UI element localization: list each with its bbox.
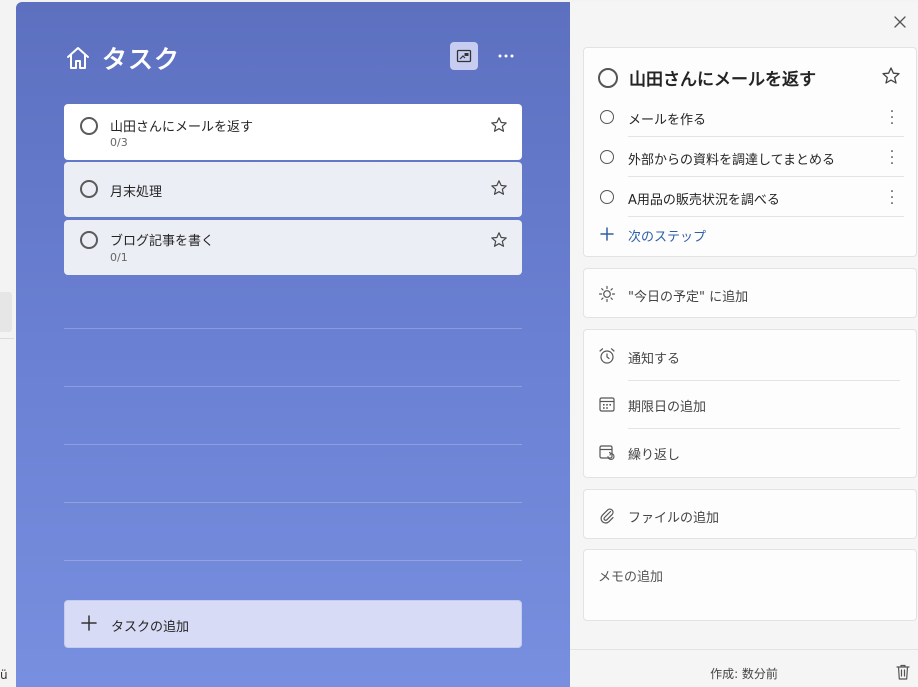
remind-me-label: 通知する <box>628 352 681 367</box>
add-step-label: 次のステップ <box>628 230 707 245</box>
star-icon[interactable] <box>490 116 508 134</box>
empty-row-divider <box>64 560 522 561</box>
note-placeholder: メモの追加 <box>598 570 664 585</box>
picture-view-icon <box>456 49 472 63</box>
repeat-label: 繰り返し <box>628 448 681 463</box>
star-icon[interactable] <box>490 231 508 249</box>
sun-icon <box>598 285 616 303</box>
remind-me-button[interactable]: 通知する <box>584 332 918 379</box>
step-item[interactable]: A用品の販売状況を調べる · · · <box>584 177 918 217</box>
plus-icon <box>600 227 614 241</box>
empty-row-divider <box>64 386 522 387</box>
add-file-label: ファイルの追加 <box>628 511 720 526</box>
complete-step-toggle[interactable] <box>600 190 614 204</box>
background-sidebar-strip <box>0 0 16 687</box>
complete-task-toggle[interactable] <box>80 231 98 249</box>
list-title: タスク <box>102 45 181 74</box>
complete-task-toggle[interactable] <box>80 117 98 135</box>
add-to-my-day-button[interactable]: "今日の予定" に追加 <box>584 270 918 317</box>
paperclip-icon <box>600 508 614 524</box>
trash-icon[interactable] <box>895 663 911 681</box>
add-to-my-day-label: "今日の予定" に追加 <box>628 290 749 305</box>
calendar-icon <box>599 397 615 412</box>
step-more-icon[interactable]: · · · <box>884 185 900 211</box>
complete-step-toggle[interactable] <box>600 110 614 124</box>
add-due-date-button[interactable]: 期限日の追加 <box>584 380 918 427</box>
task-detail-pane: 山田さんにメールを返す メールを作る · · · 外部からの資料を調達してまとめる … <box>570 2 918 687</box>
task-progress: 0/1 <box>110 251 128 264</box>
dates-card: 通知する 期限日の追加 繰り返し <box>583 329 917 478</box>
star-icon[interactable] <box>881 66 901 86</box>
note-field[interactable]: メモの追加 <box>583 549 917 621</box>
add-file-button[interactable]: ファイルの追加 <box>584 491 918 538</box>
step-item[interactable]: メールを作る · · · <box>584 97 918 137</box>
more-icon <box>498 54 514 58</box>
step-more-icon[interactable]: · · · <box>884 105 900 131</box>
task-name: ブログ記事を書く <box>110 234 215 249</box>
view-options-button[interactable] <box>450 42 478 70</box>
task-item[interactable]: ブログ記事を書く 0/1 <box>64 220 522 275</box>
step-label[interactable]: A用品の販売状況を調べる <box>628 189 780 208</box>
step-label[interactable]: 外部からの資料を調達してまとめる <box>628 149 835 168</box>
repeat-button[interactable]: 繰り返し <box>584 428 918 475</box>
star-icon[interactable] <box>490 179 508 197</box>
background-sidebar-divider <box>0 338 14 339</box>
complete-task-toggle[interactable] <box>80 180 98 198</box>
repeat-calendar-icon <box>599 445 615 461</box>
complete-task-toggle[interactable] <box>598 68 618 88</box>
plus-icon <box>81 615 97 631</box>
step-label[interactable]: メールを作る <box>628 109 706 128</box>
task-list-pane: タスク 山田さんにメールを返す 0/3 月末処理 ブログ記事を書く 0/1 タス… <box>16 2 570 687</box>
empty-row-divider <box>64 444 522 445</box>
complete-step-toggle[interactable] <box>600 150 614 164</box>
list-header: タスク <box>64 38 180 78</box>
step-divider <box>628 216 904 217</box>
task-name: 月末処理 <box>110 185 163 200</box>
step-more-icon[interactable]: · · · <box>884 145 900 171</box>
my-day-card: "今日の予定" に追加 <box>583 268 917 318</box>
empty-row-divider <box>64 328 522 329</box>
detail-footer: 作成: 数分前 <box>570 649 918 687</box>
add-task-button[interactable]: タスクの追加 <box>64 600 522 648</box>
empty-row-divider <box>64 502 522 503</box>
add-step-button[interactable]: 次のステップ <box>584 220 918 250</box>
task-progress: 0/3 <box>110 136 128 149</box>
home-icon <box>67 47 89 69</box>
detail-task-title[interactable]: 山田さんにメールを返す <box>629 65 816 90</box>
task-item[interactable]: 月末処理 <box>64 162 522 217</box>
add-task-label: タスクの追加 <box>111 620 190 635</box>
close-icon[interactable] <box>892 14 908 30</box>
background-sidebar-glyph: ü <box>0 668 8 682</box>
alarm-icon <box>599 348 615 364</box>
background-sidebar-selection[interactable] <box>0 292 12 332</box>
step-item[interactable]: 外部からの資料を調達してまとめる · · · <box>584 137 918 177</box>
task-steps-card: 山田さんにメールを返す メールを作る · · · 外部からの資料を調達してまとめる … <box>583 47 917 257</box>
add-due-date-label: 期限日の追加 <box>628 400 707 415</box>
task-item[interactable]: 山田さんにメールを返す 0/3 <box>64 104 522 160</box>
more-options-button[interactable] <box>492 42 520 70</box>
attachments-card: ファイルの追加 <box>583 489 917 539</box>
task-name: 山田さんにメールを返す <box>110 120 254 135</box>
created-timestamp: 作成: 数分前 <box>710 667 778 681</box>
